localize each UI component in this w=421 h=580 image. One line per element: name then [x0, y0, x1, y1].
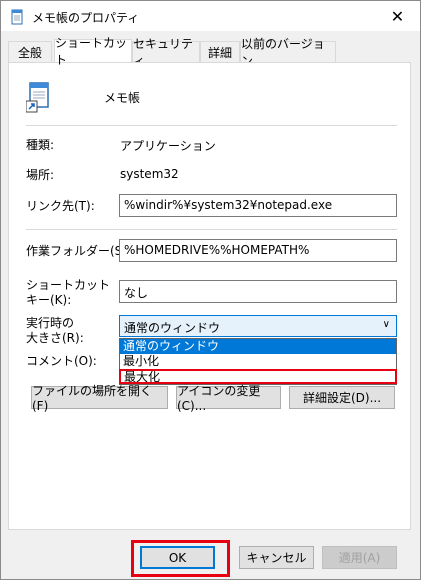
shortcut-panel: メモ帳 種類: アプリケーション 場所: system32 リンク先(T): %… [8, 62, 411, 530]
title-bar: メモ帳のプロパティ ✕ [1, 1, 420, 31]
target-label: リンク先(T): [26, 199, 95, 213]
run-size-dropdown: 通常のウィンドウ 最小化 最大化 [119, 338, 397, 385]
option-minimized[interactable]: 最小化 [120, 354, 396, 369]
close-icon: ✕ [390, 6, 405, 26]
hotkey-label-line1: ショートカット [26, 278, 111, 292]
comment-label: コメント(O): [26, 354, 97, 368]
window-title: メモ帳のプロパティ [32, 11, 140, 25]
run-label-line1: 実行時の [26, 316, 75, 330]
change-icon-button[interactable]: アイコンの変更(C)... [176, 384, 281, 413]
workdir-label: 作業フォルダー(S): [26, 244, 132, 258]
tab-general[interactable]: 全般 [8, 41, 52, 62]
cancel-button[interactable]: キャンセル [239, 546, 314, 569]
run-size-select[interactable]: 通常のウィンドウ ∨ [119, 315, 397, 337]
target-field[interactable]: %windir%¥system32¥notepad.exe [119, 194, 397, 217]
hotkey-label-line2: キー(K): [26, 293, 72, 307]
tab-shortcut[interactable]: ショートカット [54, 36, 132, 67]
apply-button[interactable]: 適用(A) [322, 546, 397, 569]
option-normal-window[interactable]: 通常のウィンドウ [120, 339, 396, 354]
divider [26, 229, 397, 230]
workdir-field[interactable]: %HOMEDRIVE%%HOMEPATH% [119, 239, 397, 262]
type-label: 種類: [26, 138, 55, 152]
notepad-icon [11, 9, 23, 25]
tab-previous-versions[interactable]: 以前のバージョン [240, 37, 336, 68]
notepad-shortcut-icon [26, 82, 49, 113]
divider [26, 125, 397, 126]
shortcut-name: メモ帳 [104, 91, 141, 105]
location-label: 場所: [26, 168, 55, 182]
type-value: アプリケーション [120, 139, 216, 153]
hotkey-field[interactable]: なし [119, 280, 397, 303]
tab-security[interactable]: セキュリティ [132, 37, 200, 68]
properties-window: メモ帳のプロパティ ✕ 全般 ショートカット セキュリティ 詳細 以前のバージョ… [0, 0, 421, 580]
tab-details[interactable]: 詳細 [200, 41, 240, 62]
run-label-line2: 大きさ(R): [26, 331, 84, 345]
close-button[interactable]: ✕ [375, 1, 420, 31]
chevron-down-icon: ∨ [382, 319, 390, 330]
advanced-button[interactable]: 詳細設定(D)... [289, 386, 395, 409]
run-size-value: 通常のウィンドウ [124, 321, 221, 335]
ok-button[interactable]: OK [140, 546, 215, 569]
open-file-location-button[interactable]: ファイルの場所を開く(F) [31, 384, 168, 413]
location-value: system32 [120, 167, 179, 181]
